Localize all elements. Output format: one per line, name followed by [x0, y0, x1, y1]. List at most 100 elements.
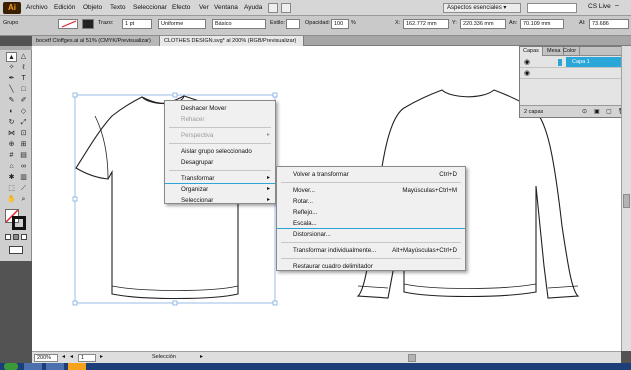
search-input[interactable]: [527, 3, 577, 13]
pen-tool-icon[interactable]: ✒: [6, 74, 17, 84]
tab-capas[interactable]: Capas: [520, 47, 543, 56]
toolbox-grip[interactable]: [0, 46, 32, 50]
paintbrush-tool-icon[interactable]: ✎: [6, 96, 17, 106]
none-mode-icon[interactable]: [21, 234, 27, 240]
width-tool-icon[interactable]: ⋈: [6, 129, 17, 139]
layer-row[interactable]: ◉: [520, 68, 630, 79]
vertical-scrollbar[interactable]: [621, 46, 631, 351]
menu-efecto[interactable]: Efecto: [172, 4, 190, 11]
start-button[interactable]: [4, 363, 18, 370]
page-field[interactable]: 1: [78, 354, 96, 362]
bbox-handle[interactable]: [272, 300, 278, 306]
shape-builder-tool-icon[interactable]: ⊕: [6, 140, 17, 150]
menu-item-organizar[interactable]: Organizar ▸: [165, 184, 275, 195]
zoom-tool-icon[interactable]: ⌕: [18, 195, 29, 205]
line-tool-icon[interactable]: ╲: [6, 85, 17, 95]
rotate-tool-icon[interactable]: ↻: [6, 118, 17, 128]
stroke-weight-field[interactable]: 1 pt: [122, 19, 152, 29]
taskbar-app-icon[interactable]: [46, 363, 64, 370]
opacity-field[interactable]: 100: [331, 19, 349, 29]
stroke-swatch[interactable]: [82, 19, 94, 29]
magic-wand-tool-icon[interactable]: ✧: [6, 63, 17, 73]
menu-item-transformar-individualmente[interactable]: Transformar individualmente... Alt+Mayúsc…: [277, 245, 465, 256]
cs-live-button[interactable]: CS Live: [588, 3, 611, 10]
vertical-scroll-thumb[interactable]: [623, 194, 630, 208]
height-field[interactable]: 73.686: [589, 19, 629, 29]
menu-item-mover[interactable]: Mover... Mayúsculas+Ctrl+M: [277, 185, 465, 196]
bbox-handle[interactable]: [172, 300, 178, 306]
color-mode-icon[interactable]: [5, 234, 11, 240]
menu-item-seleccionar[interactable]: Seleccionar ▸: [165, 195, 275, 206]
direct-selection-tool-icon[interactable]: △: [18, 52, 29, 62]
slice-tool-icon[interactable]: ⟋: [18, 184, 29, 194]
status-menu-icon[interactable]: ▸: [200, 353, 203, 360]
gradient-mode-icon[interactable]: [13, 234, 19, 240]
first-page-icon[interactable]: ◂: [62, 353, 65, 360]
variable-width-profile[interactable]: Uniforme: [158, 19, 206, 29]
next-page-icon[interactable]: ▸: [100, 353, 103, 360]
menu-edicion[interactable]: Edición: [54, 4, 75, 11]
menu-ayuda[interactable]: Ayuda: [244, 4, 262, 11]
menu-item-aislar-grupo[interactable]: Aislar grupo seleccionado: [165, 146, 275, 157]
pencil-tool-icon[interactable]: ✐: [18, 96, 29, 106]
screen-mode-icon[interactable]: [9, 246, 23, 254]
menu-ventana[interactable]: Ventana: [214, 4, 238, 11]
bbox-handle[interactable]: [172, 92, 178, 98]
column-graph-tool-icon[interactable]: ▥: [18, 173, 29, 183]
eraser-tool-icon[interactable]: ◇: [18, 107, 29, 117]
bbox-handle[interactable]: [72, 300, 78, 306]
fill-swatch[interactable]: [58, 19, 78, 29]
menu-seleccionar[interactable]: Seleccionar: [133, 4, 167, 11]
blob-brush-tool-icon[interactable]: ◐: [6, 107, 17, 117]
tab-clothes-design[interactable]: CLOTHES DESIGN.svg* al 200% (RGB/Previsu…: [160, 36, 304, 46]
bbox-handle[interactable]: [272, 92, 278, 98]
eye-icon[interactable]: ◉: [524, 69, 530, 77]
menu-item-deshacer-mover[interactable]: Deshacer Mover: [165, 103, 275, 114]
menu-item-restaurar-cuadro-delimitador[interactable]: Restaurar cuadro delimitador: [277, 261, 465, 272]
taskbar-illustrator-icon[interactable]: [68, 363, 86, 370]
menu-item-distorsionar[interactable]: Distorsionar...: [277, 229, 465, 240]
brush-definition[interactable]: Básico: [212, 19, 266, 29]
menu-objeto[interactable]: Objeto: [83, 4, 102, 11]
minimize-icon[interactable]: –: [615, 2, 619, 9]
type-tool-icon[interactable]: T: [18, 74, 29, 84]
artboard-tool-icon[interactable]: ⬚: [6, 184, 17, 194]
gradient-tool-icon[interactable]: ▤: [18, 151, 29, 161]
menu-texto[interactable]: Texto: [110, 4, 126, 11]
selection-tool-icon[interactable]: ▲: [6, 52, 17, 62]
new-layer-icon[interactable]: ▢: [606, 108, 612, 115]
eyedropper-tool-icon[interactable]: ⌂: [6, 162, 17, 172]
menu-item-volver-a-transformar[interactable]: Volver a transformar Ctrl+D: [277, 169, 465, 180]
menu-item-reflejo[interactable]: Reflejo...: [277, 207, 465, 218]
mesh-tool-icon[interactable]: #: [6, 151, 17, 161]
tab-color[interactable]: Color: [560, 47, 581, 56]
blend-tool-icon[interactable]: ∞: [18, 162, 29, 172]
scale-tool-icon[interactable]: ⤢: [18, 118, 29, 128]
graphic-style-swatch[interactable]: [286, 19, 300, 29]
y-field[interactable]: 220.336 mm: [460, 19, 506, 29]
menu-item-transformar[interactable]: Transformar ▸: [165, 173, 275, 184]
width-field[interactable]: 70.109 mm: [520, 19, 564, 29]
menu-ver[interactable]: Ver: [199, 4, 209, 11]
previous-page-icon[interactable]: ◂: [70, 353, 73, 360]
bridge-icon[interactable]: [268, 3, 278, 13]
locate-object-icon[interactable]: ⊙: [582, 108, 587, 115]
bbox-handle[interactable]: [72, 92, 78, 98]
eye-icon[interactable]: ◉: [524, 58, 530, 66]
menu-archivo[interactable]: Archivo: [26, 4, 48, 11]
horizontal-scroll-thumb[interactable]: [408, 354, 416, 362]
menu-item-desagrupar[interactable]: Desagrupar: [165, 157, 275, 168]
symbol-sprayer-tool-icon[interactable]: ✱: [6, 173, 17, 183]
workspace-switcher[interactable]: Aspectos esenciales ▾: [443, 3, 521, 13]
zoom-field[interactable]: 200%: [34, 354, 58, 362]
menu-item-escala[interactable]: Escala...: [277, 218, 465, 229]
perspective-grid-tool-icon[interactable]: ⊞: [18, 140, 29, 150]
taskbar-app-icon[interactable]: [24, 363, 42, 370]
stroke-color-icon[interactable]: [12, 216, 26, 230]
hand-tool-icon[interactable]: ✋: [6, 195, 17, 205]
new-sublayer-icon[interactable]: ▣: [594, 108, 600, 115]
menu-item-rotar[interactable]: Rotar...: [277, 196, 465, 207]
x-field[interactable]: 162.772 mm: [403, 19, 449, 29]
lasso-tool-icon[interactable]: ℓ: [18, 63, 29, 73]
arrange-documents-icon[interactable]: [281, 3, 291, 13]
